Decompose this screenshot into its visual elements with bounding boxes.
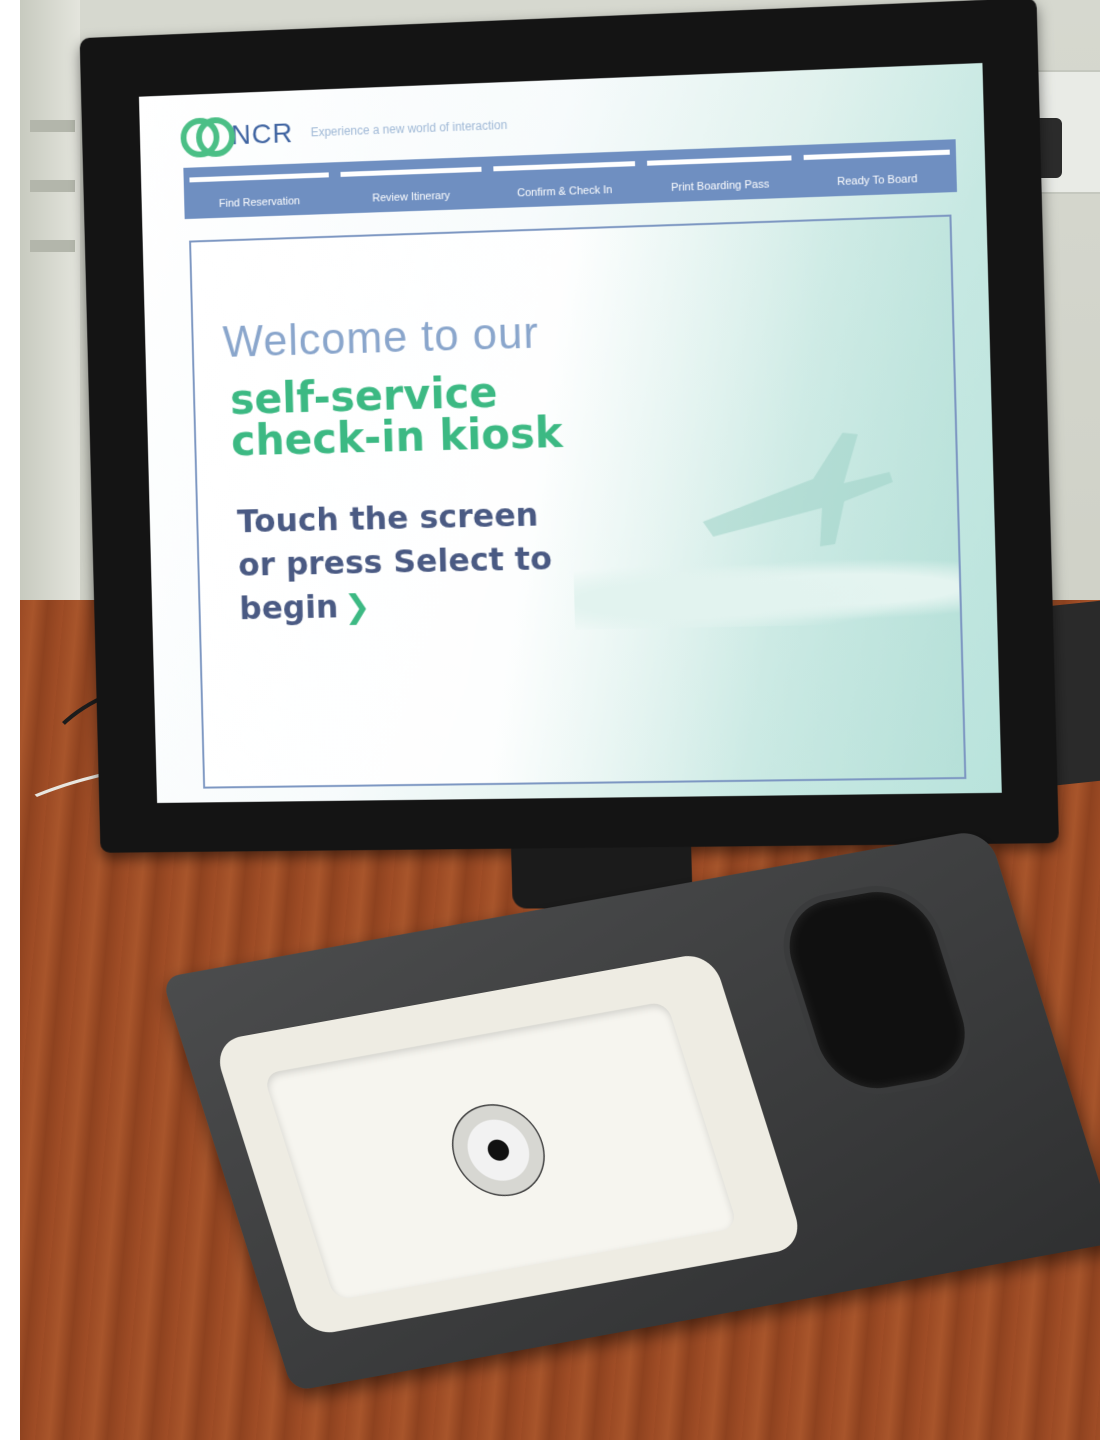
prompt-word: begin bbox=[238, 587, 339, 628]
clouds-graphic bbox=[573, 551, 961, 630]
step-find-reservation: Find Reservation bbox=[183, 162, 335, 219]
photo-scene: NCR Experience a new world of interactio… bbox=[20, 0, 1100, 1440]
airplane-icon bbox=[700, 431, 895, 549]
prompt-line: begin ❯ bbox=[239, 579, 615, 630]
step-label: Confirm & Check In bbox=[517, 184, 613, 200]
chevron-right-icon[interactable]: ❯ bbox=[344, 587, 371, 625]
ncr-logo-icon bbox=[180, 115, 236, 159]
wall-vent bbox=[30, 180, 75, 192]
step-label: Print Boarding Pass bbox=[670, 178, 770, 194]
brand-name: NCR bbox=[230, 117, 294, 151]
start-prompt[interactable]: Touch the screen or press Select to begi… bbox=[237, 491, 615, 630]
wall-vent bbox=[30, 120, 75, 132]
step-label: Review Itinerary bbox=[372, 189, 451, 205]
headline-line: check-in kiosk bbox=[230, 407, 564, 466]
welcome-panel[interactable]: Welcome to our self-service check-in kio… bbox=[189, 214, 967, 789]
card-slot[interactable] bbox=[767, 876, 987, 1104]
header: NCR Experience a new world of interactio… bbox=[180, 100, 508, 162]
step-print-boarding-pass: Print Boarding Pass bbox=[641, 145, 799, 203]
brand-tagline: Experience a new world of interaction bbox=[310, 117, 508, 140]
step-label: Find Reservation bbox=[218, 195, 301, 210]
kiosk-screen[interactable]: NCR Experience a new world of interactio… bbox=[138, 62, 1002, 803]
step-ready-to-board: Ready To Board bbox=[797, 139, 957, 197]
wall-vent bbox=[30, 240, 75, 252]
welcome-text: Welcome to our bbox=[222, 308, 540, 367]
headline: self-service check-in kiosk bbox=[229, 366, 687, 466]
step-review-itinerary: Review Itinerary bbox=[334, 157, 488, 214]
step-confirm-check-in: Confirm & Check In bbox=[487, 151, 643, 209]
monitor: NCR Experience a new world of interactio… bbox=[79, 0, 1059, 909]
step-label: Ready To Board bbox=[836, 173, 918, 189]
prompt-line: or press Select to bbox=[237, 539, 553, 584]
